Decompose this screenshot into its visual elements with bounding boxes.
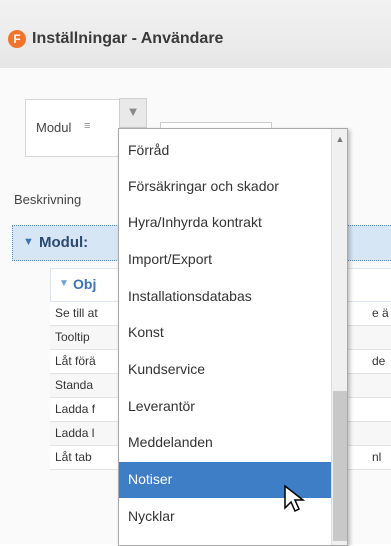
dropdown-option[interactable]: Leverantör xyxy=(119,389,331,425)
cell-text: Se till at xyxy=(55,306,98,320)
chevron-up-icon[interactable]: ▲ xyxy=(332,131,347,147)
cell-text: Ladda l xyxy=(55,426,95,440)
modul-filter-dropdown[interactable]: Förråd Försäkringar och skador Hyra/Inhy… xyxy=(118,128,348,546)
group-label: Modul: xyxy=(39,234,89,251)
option-label: Försäkringar och skador xyxy=(128,178,279,194)
option-label: Konst xyxy=(128,324,164,340)
cell-text: e ä xyxy=(372,306,389,320)
sort-icon[interactable]: ≡ xyxy=(84,120,90,132)
dropdown-option[interactable]: Import/Export xyxy=(119,242,331,278)
dropdown-option[interactable]: Hyra/Inhyrda kontrakt xyxy=(119,205,331,241)
subgroup-label: Obj xyxy=(73,276,97,292)
option-label: Import/Export xyxy=(128,251,213,267)
collapse-arrow-icon[interactable]: ▼ xyxy=(59,278,69,289)
column-header-label: Modul xyxy=(36,120,72,135)
window-titlebar: F Inställningar - Användare xyxy=(0,0,391,69)
app-logo-icon: F xyxy=(8,30,26,48)
cell-text: nl xyxy=(372,450,382,464)
cell-text: Låt förä xyxy=(55,354,96,368)
cell-text: Standa xyxy=(55,378,94,392)
dropdown-option[interactable]: Kundservice xyxy=(119,352,331,388)
collapse-arrow-icon[interactable]: ▼ xyxy=(23,236,34,248)
option-label: Hyra/Inhyrda kontrakt xyxy=(128,214,262,230)
dropdown-option[interactable]: Försäkringar och skador xyxy=(119,169,331,205)
scrollbar-thumb[interactable] xyxy=(333,391,347,541)
filter-icon[interactable]: ▼ xyxy=(119,98,147,128)
option-label: Meddelanden xyxy=(128,434,213,450)
dropdown-option[interactable]: Konst xyxy=(119,315,331,351)
option-label: Nycklar xyxy=(128,508,175,524)
cell-text: de xyxy=(372,354,386,368)
option-label: Förråd xyxy=(128,142,170,158)
mouse-cursor-icon xyxy=(284,484,306,513)
cell-text: Ladda f xyxy=(55,402,96,416)
dropdown-option[interactable]: Förråd xyxy=(119,133,331,169)
dropdown-scrollbar[interactable]: ▲ xyxy=(331,129,347,545)
option-label: Leverantör xyxy=(128,398,195,414)
dropdown-option[interactable]: Meddelanden xyxy=(119,425,331,461)
beskrivning-column-label: Beskrivning xyxy=(14,192,82,207)
window-title: Inställningar - Användare xyxy=(32,30,224,47)
cell-text: Tooltip xyxy=(55,330,90,344)
cell-text: Låt tab xyxy=(55,450,92,464)
option-label: Installationsdatabas xyxy=(128,288,252,304)
option-label: Kundservice xyxy=(128,361,206,377)
dropdown-option[interactable]: Installationsdatabas xyxy=(119,279,331,315)
option-label: Notiser xyxy=(128,471,173,487)
